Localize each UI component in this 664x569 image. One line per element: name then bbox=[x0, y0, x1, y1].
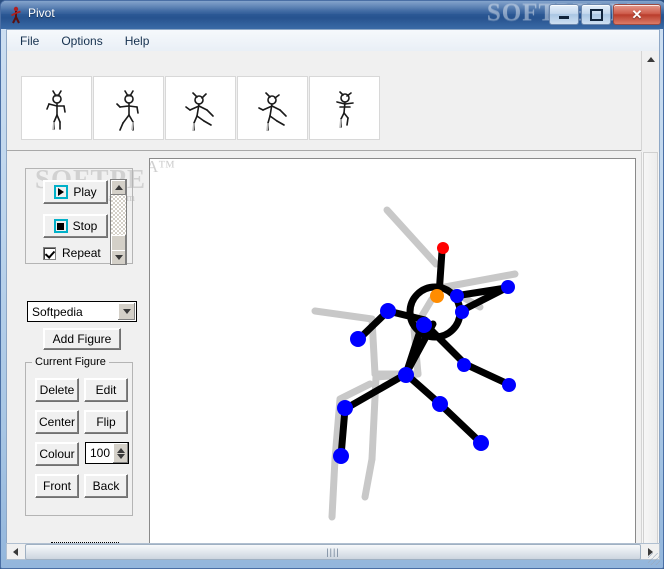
chevron-down-icon bbox=[122, 309, 131, 314]
frame-thumbnail-5[interactable] bbox=[309, 76, 380, 140]
figure-select-dropdown-button[interactable] bbox=[118, 303, 135, 320]
close-icon: ✕ bbox=[631, 7, 643, 22]
frame-rate-up-button[interactable] bbox=[111, 180, 126, 195]
figure-select-value: Softpedia bbox=[32, 304, 83, 319]
chevron-up-icon bbox=[116, 447, 125, 453]
current-figure-legend: Current Figure bbox=[32, 356, 109, 368]
back-label: Back bbox=[92, 479, 120, 493]
control-panel: SOFTPEDIA www.softpedia.com Play Stop Re… bbox=[7, 152, 198, 558]
joint-node bbox=[455, 305, 469, 319]
menu-bar: File Options Help bbox=[7, 30, 659, 52]
frame-thumbnail-1[interactable] bbox=[21, 76, 92, 140]
joint-node bbox=[398, 367, 414, 383]
delete-label: Delete bbox=[39, 383, 75, 397]
play-icon bbox=[54, 185, 69, 199]
play-button[interactable]: Play bbox=[43, 180, 108, 204]
stop-button-label: Stop bbox=[72, 219, 98, 233]
animation-canvas[interactable]: A™ bbox=[149, 158, 636, 556]
maximize-icon bbox=[589, 8, 603, 21]
joint-node bbox=[333, 448, 349, 464]
thumbnail-strip-scrollbar[interactable] bbox=[641, 51, 659, 151]
colour-button[interactable]: Colour bbox=[35, 442, 79, 466]
joint-node bbox=[457, 358, 471, 372]
frame-rate-down-button[interactable] bbox=[111, 250, 126, 265]
head-node bbox=[430, 289, 444, 303]
center-label: Center bbox=[38, 415, 76, 429]
hscroll-left-button[interactable] bbox=[7, 544, 24, 559]
menu-help[interactable]: Help bbox=[116, 32, 159, 50]
client-area: File Options Help Play Stop Repeat Softp… bbox=[6, 29, 660, 559]
minimize-icon bbox=[559, 16, 569, 19]
add-figure-label: Add Figure bbox=[52, 332, 112, 346]
scrollbar-grip-icon: |||| bbox=[326, 546, 340, 557]
chevron-down-icon bbox=[116, 453, 125, 459]
flip-label: Flip bbox=[96, 415, 116, 429]
center-figure-button[interactable]: Center bbox=[35, 410, 79, 434]
strip-scroll-up-button[interactable] bbox=[642, 51, 659, 68]
close-button[interactable]: ✕ bbox=[613, 4, 661, 25]
front-label: Front bbox=[42, 479, 71, 493]
front-button[interactable]: Front bbox=[35, 474, 79, 498]
back-button[interactable]: Back bbox=[84, 474, 128, 498]
canvas-area: A™ bbox=[145, 152, 642, 558]
frame-rate-scrollbar[interactable] bbox=[110, 179, 127, 265]
frame-thumbnail-3[interactable] bbox=[165, 76, 236, 140]
frame-thumbnail-2[interactable] bbox=[93, 76, 164, 140]
stick-figure-icon bbox=[11, 6, 21, 24]
frame-thumbnail-4[interactable] bbox=[237, 76, 308, 140]
joint-node bbox=[432, 396, 448, 412]
figure-joints bbox=[333, 242, 516, 464]
maximize-button[interactable] bbox=[581, 4, 611, 25]
checkmark-icon bbox=[43, 246, 56, 260]
resize-grip[interactable] bbox=[648, 553, 660, 565]
stop-icon bbox=[53, 219, 68, 233]
edit-figure-button[interactable]: Edit bbox=[84, 378, 128, 402]
application-window: SOFTPEDIA Pivot ✕ File Options bbox=[0, 0, 664, 569]
delete-figure-button[interactable]: Delete bbox=[35, 378, 79, 402]
frame-rate-thumb[interactable] bbox=[111, 235, 126, 251]
chevron-left-icon bbox=[13, 547, 18, 556]
scale-stepper[interactable]: 100 bbox=[85, 442, 129, 464]
add-figure-button[interactable]: Add Figure bbox=[43, 328, 121, 350]
repeat-label: Repeat bbox=[62, 246, 101, 260]
figure-select[interactable]: Softpedia bbox=[27, 301, 137, 322]
chevron-down-icon bbox=[114, 255, 123, 260]
minimize-button[interactable] bbox=[549, 4, 579, 25]
window-controls: ✕ bbox=[549, 4, 661, 25]
frame-thumbnail-strip bbox=[7, 51, 643, 151]
stick-figure-drawing bbox=[311, 206, 519, 521]
scale-value: 100 bbox=[90, 446, 111, 460]
window-title: Pivot bbox=[28, 6, 55, 20]
tip-node bbox=[437, 242, 449, 254]
joint-node bbox=[450, 289, 464, 303]
canvas-vertical-scrollbar[interactable] bbox=[641, 152, 659, 558]
title-bar: SOFTPEDIA Pivot ✕ bbox=[1, 1, 664, 29]
repeat-checkbox[interactable]: Repeat bbox=[43, 246, 101, 260]
horizontal-scrollbar[interactable]: |||| bbox=[6, 543, 660, 560]
joint-node bbox=[473, 435, 489, 451]
joint-node bbox=[416, 317, 432, 333]
hscroll-thumb[interactable]: |||| bbox=[25, 543, 641, 560]
canvas-vscroll-track[interactable] bbox=[643, 152, 658, 558]
chevron-up-icon bbox=[646, 57, 655, 62]
joint-node bbox=[337, 400, 353, 416]
menu-file[interactable]: File bbox=[11, 32, 48, 50]
joint-node bbox=[380, 303, 396, 319]
menu-options[interactable]: Options bbox=[52, 32, 111, 50]
joint-node bbox=[350, 331, 366, 347]
colour-label: Colour bbox=[39, 447, 75, 461]
flip-figure-button[interactable]: Flip bbox=[84, 410, 128, 434]
frame-thumbnails bbox=[21, 76, 381, 140]
stop-button[interactable]: Stop bbox=[43, 214, 108, 238]
joint-node bbox=[502, 378, 516, 392]
play-button-label: Play bbox=[73, 185, 97, 199]
joint-node bbox=[501, 280, 515, 294]
edit-label: Edit bbox=[95, 383, 117, 397]
chevron-up-icon bbox=[114, 185, 123, 190]
scale-stepper-buttons[interactable] bbox=[113, 443, 128, 463]
